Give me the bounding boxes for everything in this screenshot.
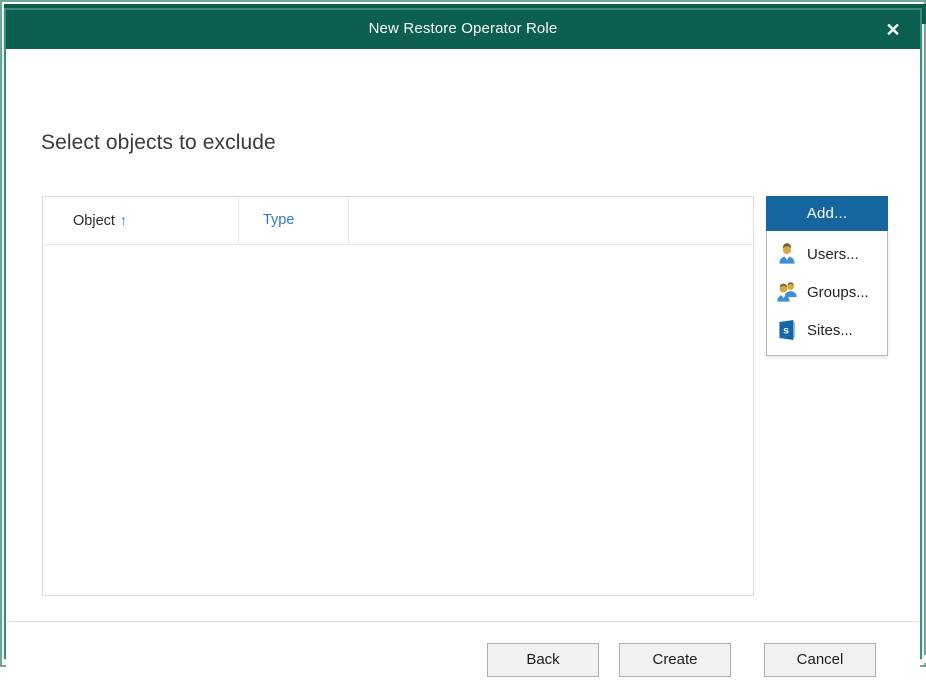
users-group-icon bbox=[776, 281, 798, 303]
user-icon bbox=[776, 243, 798, 265]
menu-item-sites-label: Sites... bbox=[807, 321, 853, 339]
page-title: Select objects to exclude bbox=[41, 131, 276, 154]
add-dropdown-menu: Users... Groups... s Sites... bbox=[766, 231, 888, 356]
dialog-titlebar: New Restore Operator Role ✕ bbox=[6, 10, 920, 49]
column-header-filler bbox=[349, 197, 753, 244]
menu-item-users[interactable]: Users... bbox=[767, 235, 887, 273]
sharepoint-site-icon: s bbox=[776, 319, 798, 341]
create-button[interactable]: Create bbox=[619, 643, 731, 677]
new-restore-operator-role-dialog: New Restore Operator Role ✕ Select objec… bbox=[4, 8, 922, 698]
dialog-title: New Restore Operator Role bbox=[368, 20, 558, 37]
add-control: Add... Users... Groups... s Sites... bbox=[766, 196, 888, 356]
column-header-type[interactable]: Type bbox=[239, 197, 349, 244]
svg-text:s: s bbox=[783, 325, 789, 337]
menu-item-groups[interactable]: Groups... bbox=[767, 273, 887, 311]
back-button[interactable]: Back bbox=[487, 643, 599, 677]
menu-item-groups-label: Groups... bbox=[807, 283, 869, 301]
menu-item-sites[interactable]: s Sites... bbox=[767, 311, 887, 349]
list-body-empty bbox=[43, 245, 753, 595]
column-header-object-label: Object bbox=[73, 213, 115, 229]
add-button[interactable]: Add... bbox=[766, 196, 888, 231]
column-header-type-label: Type bbox=[263, 212, 295, 228]
excluded-objects-listbox[interactable]: Object ↑ Type bbox=[42, 196, 754, 596]
dialog-body: Select objects to exclude Object ↑ Type A… bbox=[6, 49, 920, 621]
menu-item-users-label: Users... bbox=[807, 245, 859, 263]
list-header-row: Object ↑ Type bbox=[43, 197, 753, 245]
sort-ascending-icon: ↑ bbox=[119, 212, 127, 228]
dialog-footer: Back Create Cancel bbox=[6, 621, 920, 698]
close-icon[interactable]: ✕ bbox=[880, 18, 906, 42]
cancel-button[interactable]: Cancel bbox=[764, 643, 876, 677]
column-header-object[interactable]: Object ↑ bbox=[43, 197, 239, 244]
